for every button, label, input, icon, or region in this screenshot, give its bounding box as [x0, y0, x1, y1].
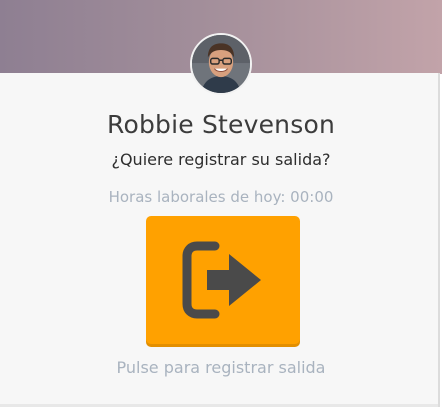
avatar — [190, 33, 252, 95]
work-hours-today: Horas laborales de hoy: 00:00 — [108, 188, 334, 206]
checkout-screen: Robbie Stevenson ¿Quiere registrar su sa… — [0, 0, 442, 407]
user-name: Robbie Stevenson — [107, 110, 335, 139]
checkout-hint: Pulse para registrar salida — [116, 358, 326, 377]
register-exit-button[interactable] — [146, 216, 300, 344]
avatar-photo — [192, 35, 250, 93]
sign-out-icon — [182, 241, 261, 319]
checkout-question: ¿Quiere registrar su salida? — [111, 150, 331, 169]
